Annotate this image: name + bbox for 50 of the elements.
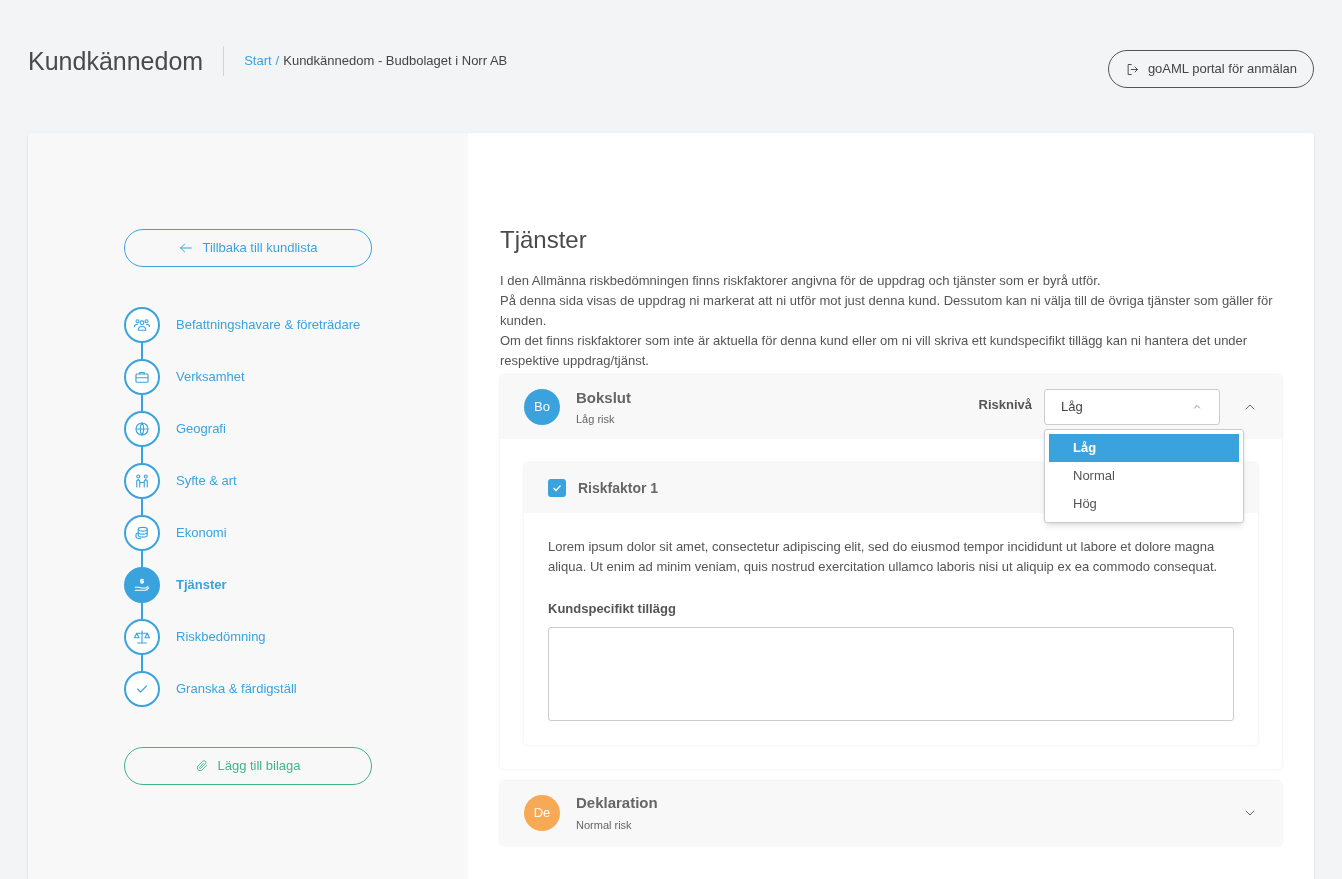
service-avatar: Bo — [524, 389, 560, 425]
service-name: Deklaration — [576, 793, 659, 813]
field-label: Risknivå — [978, 396, 1032, 415]
description-text: Om det finns riskfaktorer som inte är aktuella för denna kund eller om ni vill skriva ett kundspecifikt tillägg kan ni hantera det under respektive uppdrag/tjänst. — [500, 332, 1249, 370]
step-label: Verksamhet — [176, 368, 245, 387]
step-label: Befattningshavare & företrädare — [176, 316, 361, 335]
step-item[interactable]: Ekonomi — [124, 507, 468, 559]
people-icon — [133, 316, 151, 334]
risk-level-text: Normal risk — [576, 817, 633, 833]
globe-icon — [133, 420, 151, 438]
checkbox[interactable] — [548, 479, 566, 497]
addition-textarea[interactable] — [548, 626, 1234, 721]
section-title: Tjänster — [500, 225, 588, 255]
description-text: På denna sida visas de uppdrag ni markerat att ni utför mot just denna kund. Dessutom kan ni välja till de övriga tjänster som gäller för kunden. — [500, 292, 1274, 330]
step-item[interactable]: Syfte & art — [124, 455, 468, 507]
step-item[interactable]: Granska & färdigställ — [124, 663, 468, 715]
step-item[interactable]: Riskbedömning — [124, 611, 468, 663]
step-item[interactable]: Verksamhet — [124, 351, 468, 403]
coins-icon — [133, 524, 151, 542]
field-label: Kundspecifikt tillägg — [548, 600, 677, 618]
paperclip-icon — [195, 759, 210, 773]
breadcrumb-link[interactable]: Start — [244, 51, 272, 71]
step-label: Tjänster — [176, 576, 227, 595]
page-title: Kundkännedom — [28, 46, 225, 76]
step-label: Riskbedömning — [176, 628, 266, 647]
exit-icon — [1124, 61, 1140, 77]
arrow-left-icon — [178, 240, 195, 256]
service-name: Bokslut — [576, 387, 632, 408]
service-avatar: De — [524, 794, 560, 831]
breadcrumb-current: Kundkännedom - Budbolaget i Norr AB — [283, 52, 508, 71]
step-item[interactable]: Geografi — [124, 403, 468, 455]
risk-level-text: Låg risk — [576, 412, 616, 427]
step-label: Syfte & art — [176, 472, 237, 491]
step-label: Geografi — [176, 420, 226, 439]
step-label: Ekonomi — [176, 524, 227, 543]
breadcrumb-separator: / — [275, 52, 280, 71]
checkmark-icon — [551, 482, 563, 494]
risk-select[interactable]: Låg — [1044, 389, 1220, 425]
step-item[interactable]: Tjänster — [124, 559, 468, 611]
scale-icon — [133, 628, 151, 646]
dropdown-option[interactable]: Hög — [1049, 490, 1239, 518]
step-label: Granska & färdigställ — [176, 680, 297, 699]
risk-factor-title: Riskfaktor 1 — [578, 478, 659, 498]
risk-factor-text: Lorem ipsum dolor sit amet, consectetur adipiscing elit, sed do eiusmod tempor incididunt ut labore et dolore magna aliqua. Ut enim ad minim veniam, quis nostrud exercitation ullamco laboris nisi ut aliquip ex ea commodo consequat. — [548, 538, 1219, 576]
two-persons-icon — [133, 472, 151, 490]
dropdown-option[interactable]: Låg — [1049, 434, 1239, 462]
money-hand-icon — [133, 576, 151, 594]
description-text: I den Allmänna riskbedömningen finns riskfaktorer angivna för de uppdrag och tjänster som er byrå utför. — [500, 272, 1102, 290]
step-item[interactable]: Befattningshavare & företrädare — [124, 299, 468, 351]
dropdown-option[interactable]: Normal — [1049, 462, 1239, 490]
